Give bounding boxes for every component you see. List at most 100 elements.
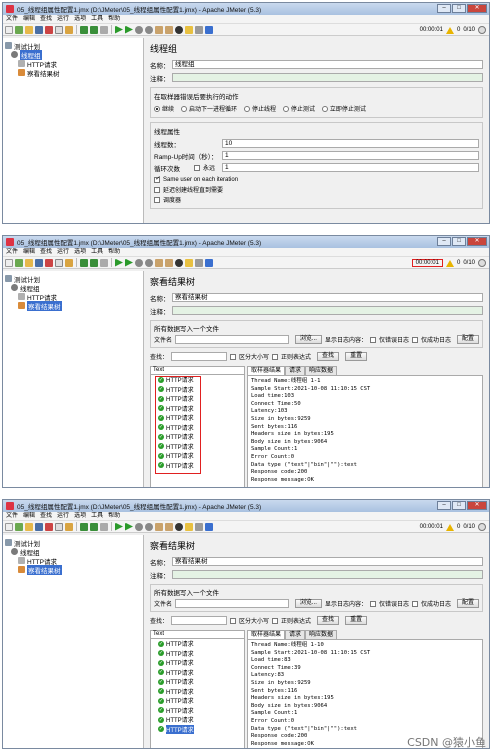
renderer-select[interactable]: Text [151, 631, 244, 639]
clear-icon[interactable] [155, 258, 163, 267]
templates-icon[interactable] [15, 25, 23, 34]
tree-node-thread-group[interactable]: 线程组 [5, 547, 141, 557]
open-icon[interactable] [25, 522, 33, 531]
menu-help[interactable]: 帮助 [108, 512, 120, 520]
new-icon[interactable] [5, 258, 13, 267]
menu-options[interactable]: 选项 [74, 248, 86, 256]
paste-icon[interactable] [65, 522, 73, 531]
radio-stop-thread[interactable]: 停止线程 [243, 104, 276, 113]
save-icon[interactable] [35, 258, 43, 267]
cut-icon[interactable] [45, 258, 53, 267]
clear-all-icon[interactable] [165, 25, 173, 34]
close-button[interactable]: ✕ [467, 501, 487, 510]
reset-button[interactable]: 重置 [345, 352, 368, 361]
menu-edit[interactable]: 编辑 [23, 15, 35, 23]
reset-search-icon[interactable] [185, 522, 193, 531]
radio-stop-test[interactable]: 停止测试 [282, 104, 315, 113]
name-field[interactable]: 察看结果树 [172, 557, 483, 566]
templates-icon[interactable] [15, 258, 23, 267]
menu-edit[interactable]: 编辑 [23, 248, 35, 256]
new-icon[interactable] [5, 25, 13, 34]
function-helper-icon[interactable] [195, 25, 203, 34]
radio-start-next-loop[interactable]: 启动下一进程循环 [180, 104, 237, 113]
delay-create-checkbox[interactable]: 延迟创建线程直到需要 [154, 185, 479, 195]
save-icon[interactable] [35, 522, 43, 531]
search-icon[interactable] [175, 522, 183, 531]
start-icon[interactable] [115, 522, 123, 531]
search-field[interactable] [171, 352, 228, 361]
comment-field[interactable] [172, 306, 483, 315]
menu-search[interactable]: 查找 [40, 512, 52, 520]
list-item[interactable]: ✓ HTTP请求 [151, 696, 244, 706]
menu-run[interactable]: 运行 [57, 512, 69, 520]
shutdown-icon[interactable] [145, 25, 153, 34]
comment-field[interactable] [172, 73, 483, 82]
tab-request[interactable]: 请求 [285, 630, 306, 639]
search-icon[interactable] [175, 25, 183, 34]
same-user-checkbox[interactable]: Same user on each iteration [154, 175, 479, 185]
rampup-field[interactable]: 1 [222, 151, 479, 160]
configure-button[interactable]: 配置 [456, 599, 479, 608]
copy-icon[interactable] [55, 522, 63, 531]
paste-icon[interactable] [65, 258, 73, 267]
filename-field[interactable] [175, 599, 289, 608]
forever-checkbox[interactable]: 永远 [194, 163, 222, 173]
configure-button[interactable]: 配置 [456, 335, 479, 344]
warning-icon[interactable] [445, 259, 454, 267]
menu-file[interactable]: 文件 [6, 248, 18, 256]
menu-options[interactable]: 选项 [74, 15, 86, 23]
tree-node-http-request[interactable]: HTTP请求 [5, 292, 141, 302]
start-icon[interactable] [115, 25, 123, 34]
expand-icon[interactable] [80, 522, 88, 531]
new-icon[interactable] [5, 522, 13, 531]
case-sensitive-checkbox[interactable]: 区分大小写 [230, 616, 269, 626]
menu-tools[interactable]: 工具 [91, 248, 103, 256]
minimize-button[interactable]: – [437, 237, 451, 246]
tree-node-http-request[interactable]: HTTP请求 [5, 556, 141, 566]
menu-search[interactable]: 查找 [40, 15, 52, 23]
menu-file[interactable]: 文件 [6, 512, 18, 520]
filename-field[interactable] [175, 335, 289, 344]
collapse-icon[interactable] [90, 258, 98, 267]
start-no-pause-icon[interactable] [125, 25, 133, 34]
reset-button[interactable]: 重置 [345, 616, 368, 625]
threads-field[interactable]: 10 [222, 139, 479, 148]
clear-all-icon[interactable] [165, 258, 173, 267]
open-icon[interactable] [25, 258, 33, 267]
errors-only-checkbox[interactable]: 仅错误日志 [369, 335, 409, 345]
start-icon[interactable] [115, 258, 123, 267]
menu-run[interactable]: 运行 [57, 248, 69, 256]
clear-icon[interactable] [155, 25, 163, 34]
comment-field[interactable] [172, 570, 483, 579]
search-field[interactable] [171, 616, 228, 625]
renderer-select[interactable]: Text [151, 367, 244, 375]
success-only-checkbox[interactable]: 仅成功日志 [411, 335, 451, 345]
menu-edit[interactable]: 编辑 [23, 512, 35, 520]
loop-field[interactable]: 1 [222, 163, 479, 172]
scheduler-checkbox[interactable]: 调度器 [154, 195, 479, 205]
cut-icon[interactable] [45, 522, 53, 531]
tab-request[interactable]: 请求 [285, 366, 306, 375]
clear-all-icon[interactable] [165, 522, 173, 531]
maximize-button[interactable]: □ [452, 501, 466, 510]
list-item[interactable]: ✓ HTTP请求 [151, 639, 244, 649]
maximize-button[interactable]: □ [452, 4, 466, 13]
regex-checkbox[interactable]: 正则表达式 [272, 352, 311, 362]
close-button[interactable]: ✕ [467, 237, 487, 246]
menu-tools[interactable]: 工具 [91, 15, 103, 23]
tree-node-view-results[interactable]: 察看结果树 [5, 564, 141, 575]
find-button[interactable]: 查找 [317, 616, 340, 625]
list-item[interactable]: ✓ HTTP请求 [151, 706, 244, 716]
tree-node-thread-group[interactable]: 线程组 [5, 283, 141, 293]
tab-sampler-result[interactable]: 取样器结果 [247, 630, 286, 639]
browse-button[interactable]: 浏览... [294, 335, 322, 344]
minimize-button[interactable]: – [437, 4, 451, 13]
stop-icon[interactable] [135, 258, 143, 267]
reset-search-icon[interactable] [185, 258, 193, 267]
radio-stop-test-now[interactable]: 立即停止测试 [321, 104, 366, 113]
radio-continue[interactable]: 继续 [154, 104, 174, 113]
list-item[interactable]: ✓ HTTP请求 [151, 687, 244, 697]
menu-help[interactable]: 帮助 [108, 15, 120, 23]
menu-run[interactable]: 运行 [57, 15, 69, 23]
menu-help[interactable]: 帮助 [108, 248, 120, 256]
